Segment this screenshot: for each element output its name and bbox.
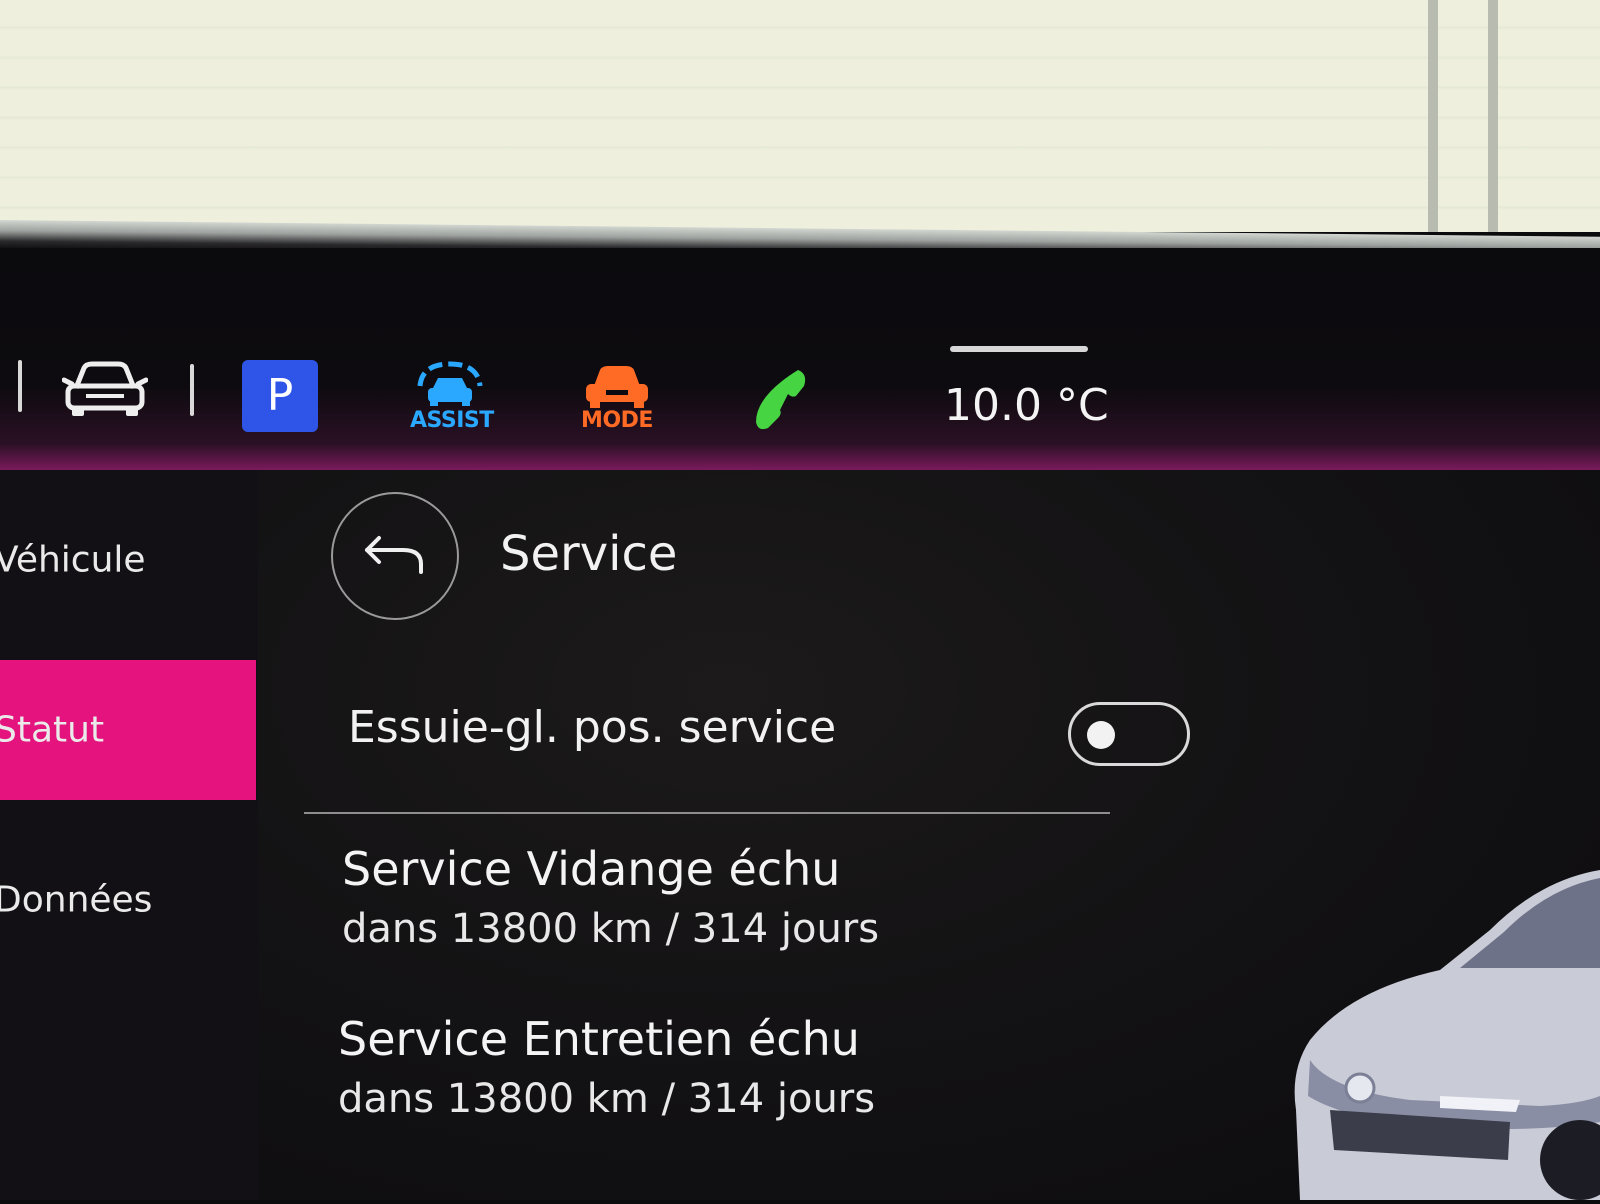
background-wall [0, 0, 1600, 232]
vehicle-icon[interactable] [61, 358, 149, 420]
background-post [1488, 0, 1498, 232]
wiper-service-position-label: Essuie-gl. pos. service [348, 702, 837, 753]
park-assist-button[interactable]: P [242, 360, 318, 432]
wiper-service-position-toggle[interactable] [1068, 702, 1190, 766]
sidebar: Véhicule Statut Données [0, 470, 258, 1200]
climate-handle[interactable] [950, 346, 1088, 352]
drive-mode-button[interactable]: MODE [578, 364, 656, 440]
sidebar-item-statut[interactable]: Statut [0, 660, 256, 800]
separator [18, 360, 22, 412]
outside-temperature: 10.0 °C [944, 380, 1109, 431]
service-detail: dans 13800 km / 314 jours [338, 1076, 876, 1122]
separator [190, 364, 194, 416]
service-item-oil: Service Vidange échu dans 13800 km / 314… [342, 838, 1142, 958]
divider [304, 812, 1110, 814]
service-item-maintenance: Service Entretien échu dans 13800 km / 3… [338, 1008, 1138, 1128]
status-bar: P ASSIST MODE 10.0 °C [0, 248, 1600, 470]
phone-icon[interactable] [752, 366, 814, 436]
service-title: Service Entretien échu [338, 1012, 860, 1066]
toggle-knob [1087, 721, 1115, 749]
assist-car-icon [417, 361, 483, 406]
page-title: Service [500, 526, 678, 582]
sidebar-item-vehicule[interactable]: Véhicule [0, 490, 256, 630]
background-post [1428, 0, 1438, 232]
service-detail: dans 13800 km / 314 jours [342, 906, 880, 952]
wiper-service-position-row[interactable]: Essuie-gl. pos. service [348, 678, 1208, 788]
mode-car-icon [586, 366, 648, 408]
assist-label: ASSIST [410, 408, 494, 433]
sidebar-item-label: Véhicule [0, 539, 146, 581]
service-title: Service Vidange échu [342, 842, 841, 896]
back-arrow-icon [365, 536, 423, 574]
sidebar-item-donnees[interactable]: Données [0, 830, 256, 970]
back-button[interactable] [331, 492, 459, 620]
assist-button[interactable]: ASSIST [410, 360, 494, 440]
sidebar-item-label: Données [0, 879, 153, 921]
sidebar-item-label: Statut [0, 709, 105, 751]
vehicle-render-image [1290, 860, 1600, 1200]
mode-label: MODE [581, 408, 653, 433]
